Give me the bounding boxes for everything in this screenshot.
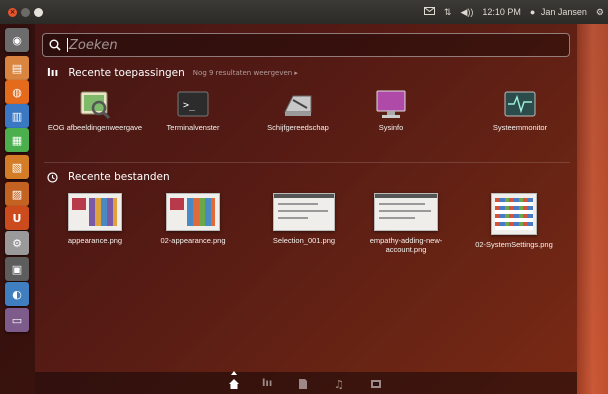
writer-icon[interactable]: ▥ [5, 104, 29, 128]
gear-icon[interactable]: ⚙ [596, 7, 604, 18]
section-divider [44, 162, 570, 163]
software-center-icon[interactable]: ▨ [5, 182, 29, 206]
calc-icon[interactable]: ▦ [5, 128, 29, 152]
trash-icon[interactable]: ◐ [5, 282, 29, 306]
show-more-results-link[interactable]: Nog 9 resultaten weergeven ▸ [193, 69, 298, 77]
file-label: empathy-adding-new-account.png [369, 236, 443, 254]
app-tile-sysinfo[interactable]: Sysinfo [343, 88, 439, 132]
file-label: 02-appearance.png [160, 236, 226, 245]
file-tile[interactable]: 02-appearance.png [145, 193, 241, 245]
close-button[interactable]: × [8, 7, 17, 17]
file-tile[interactable]: Selection_001.png [256, 193, 352, 245]
file-tile[interactable]: 02-SystemSettings.png [466, 193, 562, 249]
search-icon [49, 39, 61, 51]
text-cursor [67, 38, 68, 52]
app-label: Schijfgereedschap [267, 123, 329, 132]
video-lens-icon[interactable] [370, 378, 382, 390]
disk-utility-icon [284, 95, 312, 116]
file-label: 02-SystemSettings.png [475, 240, 553, 249]
launcher: ◉ ▤ ◍ ▥ ▦ ▧ ▨ U ⚙ ▣ ◐ ▭ [0, 24, 35, 394]
system-monitor-icon [504, 91, 536, 117]
minimize-button[interactable] [21, 7, 30, 17]
recent-files-header: Recente bestanden [47, 171, 170, 183]
firefox-icon[interactable]: ◍ [5, 80, 29, 104]
clock[interactable]: 12:10 PM [482, 7, 521, 17]
files-lens-icon[interactable] [297, 378, 309, 390]
file-tile[interactable]: empathy-adding-new-account.png [358, 193, 454, 254]
desktop-edge [577, 24, 608, 394]
file-tile[interactable]: appearance.png [47, 193, 143, 245]
app-label: Terminalvenster [166, 123, 220, 132]
file-thumbnail [374, 193, 438, 231]
ubuntu-one-icon[interactable]: U [5, 206, 29, 230]
user-name: Jan Jansen [540, 7, 587, 17]
recent-apps-title: Recente toepassingen [68, 66, 185, 79]
show-more-label: Nog 9 resultaten weergeven [192, 68, 293, 77]
app-tile-eog[interactable]: EOG afbeeldingenweergave [47, 88, 143, 132]
user-menu[interactable]: ● Jan Jansen [530, 7, 587, 17]
impress-icon[interactable]: ▧ [5, 155, 29, 179]
music-lens-icon[interactable]: ♫ [334, 378, 346, 391]
workspace-switcher-icon[interactable]: ▣ [5, 257, 29, 281]
file-thumbnail [273, 193, 335, 231]
maximize-button[interactable] [34, 7, 43, 17]
file-thumbnail [68, 193, 122, 231]
clock-icon [47, 171, 58, 183]
search-placeholder: Zoeken [69, 37, 118, 53]
app-label: Systeemmonitor [492, 123, 548, 132]
system-settings-icon[interactable]: ⚙ [5, 231, 29, 255]
applications-icon: lıı [47, 66, 59, 79]
active-lens-indicator [231, 371, 237, 375]
terminal-icon: >_ [177, 91, 209, 117]
app-tile-terminal[interactable]: >_ Terminalvenster [145, 88, 241, 132]
file-label: appearance.png [67, 236, 123, 245]
indicator-area: ⇅ ◀)) 12:10 PM ● Jan Jansen ⚙ [415, 0, 608, 24]
recent-files-title: Recente bestanden [68, 171, 170, 183]
svg-text:>_: >_ [183, 100, 196, 111]
files-icon[interactable]: ▤ [5, 56, 29, 80]
recent-apps-header: lıı Recente toepassingen Nog 9 resultate… [47, 66, 298, 79]
search-field[interactable]: Zoeken [42, 33, 570, 57]
file-thumbnail [166, 193, 220, 231]
mail-icon[interactable] [423, 7, 435, 17]
volume-icon[interactable]: ◀)) [460, 7, 473, 18]
applications-lens-icon[interactable]: lıı [262, 378, 274, 390]
terminal-icon[interactable]: ▭ [5, 308, 29, 332]
network-icon[interactable]: ⇅ [444, 7, 452, 18]
home-lens-icon[interactable] [228, 378, 240, 390]
top-panel: × ⇅ ◀)) 12:10 PM ● Jan Jansen ⚙ [0, 0, 608, 24]
app-label: EOG afbeeldingenweergave [47, 123, 143, 132]
app-tile-disk-utility[interactable]: Schijfgereedschap [250, 88, 346, 132]
file-label: Selection_001.png [272, 236, 336, 245]
dash-home-icon[interactable]: ◉ [5, 28, 29, 52]
app-label: Sysinfo [378, 123, 404, 132]
app-tile-system-monitor[interactable]: Systeemmonitor [472, 88, 568, 132]
file-thumbnail [491, 193, 537, 235]
image-viewer-icon [80, 91, 111, 120]
sysinfo-icon [376, 90, 406, 118]
user-icon: ● [529, 7, 536, 17]
